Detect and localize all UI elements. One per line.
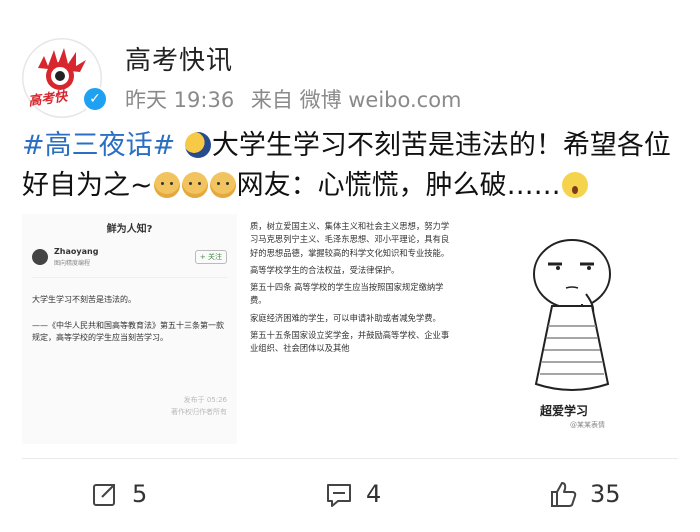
image-meme[interactable]: 超爱学习 @某某表情 bbox=[466, 214, 678, 444]
like-count: 35 bbox=[590, 480, 621, 508]
card1-body-line2: ——《中华人民共和国高等教育法》第五十三条第一款规定，高等学校的学生应当刻苦学习… bbox=[32, 321, 224, 342]
username[interactable]: 高考快讯 bbox=[125, 40, 233, 77]
verified-badge-icon: ✓ bbox=[82, 86, 108, 112]
thumbs-up-icon bbox=[551, 482, 577, 507]
doge-emoji-icon bbox=[181, 172, 208, 198]
comment-count: 4 bbox=[366, 480, 382, 508]
repost-icon bbox=[93, 484, 115, 506]
action-bar-divider bbox=[22, 458, 678, 459]
moon-emoji-icon bbox=[184, 132, 211, 158]
image-zhihu-screenshot[interactable]: 鲜为人知? Zhaoyang 图向精度编程 + 关注 大学生学习不刻苦是违法的。… bbox=[22, 214, 237, 444]
card2-para1: 质，树立爱国主义、集体主义和社会主义思想，努力学习马克思列宁主义、毛泽东思想、邓… bbox=[250, 221, 450, 258]
doge-emoji-icon bbox=[153, 172, 180, 198]
post-source[interactable]: 来自 微博 weibo.com bbox=[251, 88, 462, 112]
post-text: #高三夜话# 大学生学习不刻苦是违法的！希望各位好自为之~ 网友：心慌慌，肿么破…… bbox=[22, 126, 682, 206]
card1-author-row: Zhaoyang 图向精度编程 + 关注 bbox=[32, 247, 227, 278]
comment-icon bbox=[327, 484, 351, 507]
card1-author-avatar bbox=[32, 249, 48, 265]
comment-button[interactable]: 4 bbox=[324, 478, 381, 510]
card2-para5: 第五十五条国家设立奖学金，并鼓励高等学校、企业事业组织、社会团体以及其他 bbox=[250, 330, 450, 354]
like-button[interactable]: 35 bbox=[548, 478, 621, 510]
card2-para3: 第五十四条 高等学校的学生应当按照国家规定缴纳学费。 bbox=[250, 282, 444, 306]
meme-caption: 超爱学习 bbox=[540, 404, 589, 418]
post-images: 鲜为人知? Zhaoyang 图向精度编程 + 关注 大学生学习不刻苦是违法的。… bbox=[22, 214, 678, 444]
card1-follow-button: + 关注 bbox=[194, 250, 227, 264]
card2-text: 质，树立爱国主义、集体主义和社会主义思想，努力学习马克思列宁主义、毛泽东思想、邓… bbox=[250, 220, 455, 360]
card1-body: 大学生学习不刻苦是违法的。 ——《中华人民共和国高等教育法》第五十三条第一款规定… bbox=[32, 294, 227, 344]
card1-copyright: 著作权归作者所有 bbox=[171, 408, 227, 416]
hashtag-link[interactable]: #高三夜话# bbox=[22, 130, 175, 161]
repost-count: 5 bbox=[132, 480, 148, 508]
card1-footer: 发布于 05:26 著作权归作者所有 bbox=[171, 394, 227, 418]
card1-published: 发布于 05:26 bbox=[183, 396, 227, 404]
image-law-text[interactable]: 质，树立爱国主义、集体主义和社会主义思想，努力学习马克思列宁主义、毛泽东思想、邓… bbox=[244, 214, 459, 444]
repost-button[interactable]: 5 bbox=[90, 478, 147, 510]
meme-watermark: @某某表情 bbox=[570, 421, 605, 429]
card1-author-role: 图向精度编程 bbox=[54, 260, 91, 267]
post-meta: 昨天 19:36 来自 微博 weibo.com bbox=[125, 84, 472, 114]
card1-body-line1: 大学生学习不刻苦是违法的。 bbox=[32, 295, 136, 304]
card1-title: 鲜为人知? bbox=[106, 224, 153, 235]
post-time: 昨天 19:36 bbox=[125, 88, 235, 112]
doge-emoji-icon bbox=[209, 172, 236, 198]
card1-author-name: Zhaoyang bbox=[54, 247, 99, 256]
post-text-part2: 网友：心慌慌，肿么破…… bbox=[236, 170, 561, 201]
card2-para4: 家庭经济困难的学生，可以申请补助或者减免学费。 bbox=[250, 312, 441, 323]
card2-para2: 高等学校学生的合法权益，受法律保护。 bbox=[250, 264, 400, 275]
shocked-emoji-icon bbox=[561, 172, 588, 198]
